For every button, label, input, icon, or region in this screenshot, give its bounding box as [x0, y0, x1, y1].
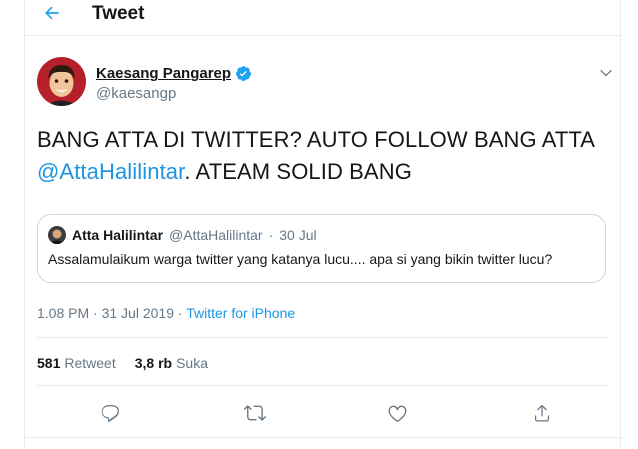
like-count: 3,8 rb — [134, 355, 173, 371]
tweet-source-link[interactable]: Twitter for iPhone — [186, 305, 295, 321]
tweet-meta: 1.08 PM · 31 Jul 2019 · Twitter for iPho… — [37, 305, 295, 321]
verified-badge-icon — [236, 66, 251, 81]
retweet-count: 581 — [37, 355, 61, 371]
quoted-date: 30 Jul — [279, 227, 317, 243]
reply-icon — [101, 405, 119, 422]
author-avatar[interactable] — [37, 57, 86, 106]
share-button[interactable] — [530, 401, 554, 425]
tweet-date[interactable]: 31 Jul 2019 — [102, 305, 174, 321]
reply-button[interactable] — [98, 401, 122, 425]
retweet-button[interactable] — [243, 401, 267, 425]
mention-link[interactable]: @AttaHalilintar — [37, 159, 184, 184]
divider — [37, 337, 609, 338]
tweet-time[interactable]: 1.08 PM — [37, 305, 89, 321]
tweet-column: Tweet Kaesang Pangarep @kaesangp BANG AT… — [24, 0, 622, 449]
divider — [37, 385, 609, 386]
like-stat[interactable]: 3,8 rb Suka — [135, 355, 208, 371]
like-label: Suka — [176, 355, 208, 371]
author-handle[interactable]: @kaesangp — [96, 85, 252, 102]
author-names: Kaesang Pangarep @kaesangp — [96, 65, 252, 102]
retweet-label: Retweet — [64, 355, 116, 371]
page-title: Tweet — [92, 3, 145, 24]
quoted-author-avatar — [48, 226, 66, 244]
share-icon — [534, 404, 550, 422]
page-header: Tweet — [25, 0, 622, 36]
quoted-dot-separator: · — [268, 227, 274, 243]
quoted-author-name: Atta Halilintar — [72, 227, 164, 243]
retweet-icon — [244, 405, 266, 421]
back-arrow-icon — [45, 6, 59, 20]
chevron-down-icon[interactable] — [598, 65, 614, 81]
retweet-stat[interactable]: 581 Retweet — [37, 355, 116, 371]
meta-dot-separator: · — [89, 305, 102, 321]
like-icon — [388, 405, 406, 422]
meta-dot-separator-2: · — [174, 305, 187, 321]
tweet-author: Kaesang Pangarep @kaesangp — [37, 57, 251, 106]
quoted-tweet[interactable]: Atta Halilintar @AttaHalilintar · 30 Jul… — [37, 214, 606, 283]
tweet-text-part1: BANG ATTA DI TWITTER? AUTO FOLLOW BANG A… — [37, 127, 596, 152]
quoted-tweet-header: Atta Halilintar @AttaHalilintar · 30 Jul — [48, 226, 317, 244]
quoted-author-handle: @AttaHalilintar — [169, 227, 263, 243]
back-button[interactable] — [41, 2, 63, 24]
quoted-tweet-text: Assalamulaikum warga twitter yang katany… — [48, 251, 553, 267]
tweet-stats: 581 Retweet 3,8 rb Suka — [37, 355, 208, 371]
tweet-text-part2: . ATEAM SOLID BANG — [184, 159, 412, 184]
author-name[interactable]: Kaesang Pangarep — [96, 65, 231, 82]
tweet-text: BANG ATTA DI TWITTER? AUTO FOLLOW BANG A… — [37, 124, 607, 188]
like-button[interactable] — [385, 401, 409, 425]
divider — [25, 437, 622, 438]
